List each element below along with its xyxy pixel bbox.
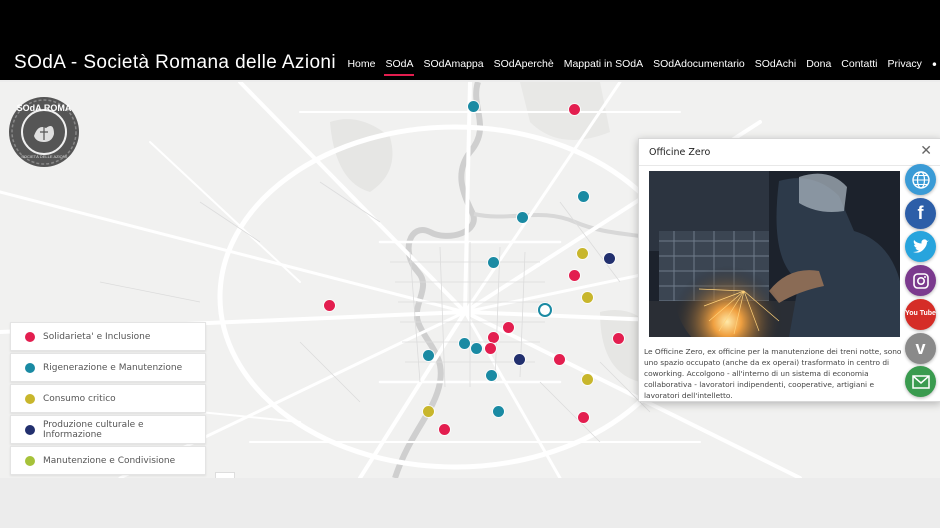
nav-sodamappa[interactable]: SOdAmappa — [418, 58, 488, 72]
nav-sodadocumentario[interactable]: SOdAdocumentario — [648, 58, 750, 72]
map-marker[interactable] — [484, 342, 496, 354]
legend-label: Solidarieta' e Inclusione — [43, 331, 151, 342]
facebook-icon[interactable]: f — [905, 197, 936, 229]
map-marker[interactable] — [438, 423, 450, 435]
map-marker[interactable] — [323, 299, 335, 311]
soda-roma-logo[interactable]: SOdA ROMA SOCIETÀ DELLE AZIONI — [8, 96, 80, 168]
map-marker[interactable] — [492, 405, 504, 417]
nav-soda[interactable]: SOdA — [380, 58, 418, 76]
map-marker[interactable] — [513, 353, 525, 365]
legend-label: Produzione culturale e Informazione — [42, 419, 144, 440]
map-marker[interactable] — [568, 103, 580, 115]
popup-photo — [649, 171, 900, 337]
map-marker[interactable] — [470, 342, 482, 354]
page-bottom — [0, 478, 940, 528]
nav-mappati-in-soda[interactable]: Mappati in SOdA — [559, 58, 648, 72]
legend-dot-icon — [25, 331, 35, 342]
youtube-icon[interactable]: You Tube — [905, 298, 936, 330]
map-marker[interactable] — [612, 332, 624, 344]
legend-dot-icon — [25, 424, 35, 435]
map-marker[interactable] — [502, 321, 514, 333]
email-icon[interactable] — [905, 366, 936, 398]
legend-dot-icon — [25, 362, 35, 373]
map-marker[interactable] — [581, 373, 593, 385]
legend-label: Rigenerazione e Manutenzione — [43, 362, 183, 373]
map-marker[interactable] — [576, 247, 588, 259]
legend-label: Manutenzione e Condivisione — [43, 455, 176, 466]
map-marker[interactable] — [553, 353, 565, 365]
legend-item[interactable]: Consumo critico — [10, 384, 206, 413]
nav-privacy[interactable]: Privacy — [882, 58, 926, 72]
legend-dot-icon — [25, 393, 35, 404]
map-marker[interactable] — [422, 349, 434, 361]
legend-item[interactable]: Manutenzione e Condivisione — [10, 446, 206, 475]
map-marker[interactable] — [577, 190, 589, 202]
popup-description: Le Officine Zero, ex officine per la man… — [644, 347, 902, 400]
site-title[interactable]: SOdA - Società Romana delle Azioni — [14, 52, 336, 74]
instagram-icon[interactable] — [905, 265, 936, 297]
nav-home[interactable]: Home — [342, 58, 380, 72]
selected-map-marker[interactable] — [537, 302, 552, 317]
top-bar: SOdA - Società Romana delle Azioni Home S… — [0, 0, 940, 80]
map-marker[interactable] — [603, 252, 615, 264]
map-marker[interactable] — [458, 337, 470, 349]
nav-contatti[interactable]: Contatti — [836, 58, 882, 72]
map-marker[interactable] — [487, 331, 499, 343]
map-marker[interactable] — [577, 411, 589, 423]
popup-divider — [639, 165, 940, 166]
map-marker[interactable] — [581, 291, 593, 303]
map-marker[interactable] — [485, 369, 497, 381]
map-marker[interactable] — [516, 211, 528, 223]
legend-dot-icon — [25, 455, 35, 466]
map-marker[interactable] — [487, 256, 499, 268]
svg-text:SOCIETÀ DELLE AZIONI: SOCIETÀ DELLE AZIONI — [21, 154, 67, 159]
nav-more-icon[interactable]: • — [927, 58, 940, 72]
nav-dona[interactable]: Dona — [801, 58, 836, 72]
website-icon[interactable] — [905, 164, 936, 195]
popup-title: Officine Zero — [649, 147, 711, 158]
map-marker[interactable] — [467, 100, 479, 112]
nav-sodachi[interactable]: SOdAchi — [750, 58, 801, 72]
nav-sodaperch-[interactable]: SOdAperchè — [489, 58, 559, 72]
map-marker[interactable] — [568, 269, 580, 281]
map-marker[interactable] — [422, 405, 434, 417]
close-icon[interactable]: ✕ — [920, 143, 932, 159]
vimeo-icon[interactable]: v — [905, 332, 936, 364]
place-popup: Officine Zero ✕ Le Officine Zero, ex off… — [638, 138, 940, 402]
legend-item[interactable]: Rigenerazione e Manutenzione — [10, 353, 206, 382]
legend-item[interactable]: Produzione culturale e Informazione — [10, 415, 206, 444]
legend-item[interactable]: Solidarieta' e Inclusione — [10, 322, 206, 351]
main-nav: Home SOdA SOdAmappa SOdAperchè Mappati in SO… — [342, 58, 940, 76]
svg-text:SOdA ROMA: SOdA ROMA — [17, 103, 72, 113]
legend-label: Consumo critico — [43, 393, 116, 404]
